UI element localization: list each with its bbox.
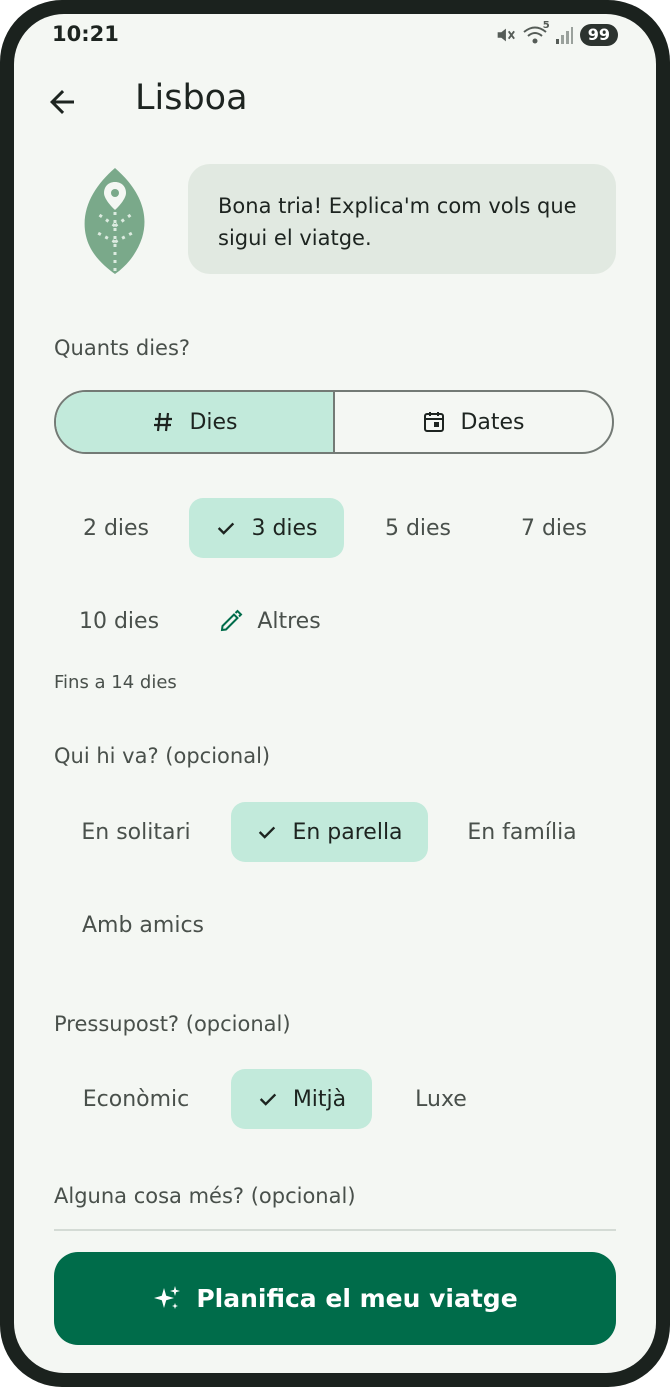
page-title: Lisboa xyxy=(135,78,248,118)
mute-icon xyxy=(497,28,515,42)
days-chip-10[interactable]: 10 dies xyxy=(54,591,184,651)
check-icon xyxy=(259,1093,277,1106)
app-screen: 10:21 5 99 Lisboa Bona tria! Explica'm c… xyxy=(14,14,656,1373)
chip-label: Mitjà xyxy=(292,1086,347,1112)
plan-trip-button[interactable]: Planifica el meu viatge xyxy=(54,1252,616,1345)
calendar-icon xyxy=(424,412,445,432)
days-chip-3[interactable]: 3 dies xyxy=(189,498,344,558)
budget-chip-luxury[interactable]: Luxe xyxy=(386,1069,496,1129)
days-chip-other[interactable]: Altres xyxy=(200,591,340,651)
budget-label: Pressupost? (opcional) xyxy=(54,1012,291,1036)
companions-chip-family[interactable]: En família xyxy=(440,802,604,862)
status-time: 10:21 xyxy=(52,22,119,46)
chip-label: En família xyxy=(467,819,577,845)
chip-label: En solitari xyxy=(81,819,191,845)
extra-label: Alguna cosa més? (opcional) xyxy=(54,1184,356,1208)
plan-trip-label: Planifica el meu viatge xyxy=(196,1284,518,1313)
days-chip-7[interactable]: 7 dies xyxy=(492,498,616,558)
check-icon xyxy=(218,522,235,535)
leaf-pin-logo xyxy=(84,168,145,276)
chip-label: En parella xyxy=(292,819,403,845)
assistant-message-bubble: Bona tria! Explica'm com vols que sigui … xyxy=(188,164,616,274)
device-frame: 10:21 5 99 Lisboa Bona tria! Explica'm c… xyxy=(0,0,670,1387)
duration-mode-toggle: Dies Dates xyxy=(54,390,614,454)
companions-chip-couple[interactable]: En parella xyxy=(231,802,428,862)
chip-label: Altres xyxy=(257,608,321,634)
budget-chip-medium[interactable]: Mitjà xyxy=(231,1069,372,1129)
days-chip-2[interactable]: 2 dies xyxy=(54,498,178,558)
companions-label: Qui hi va? (opcional) xyxy=(54,744,271,768)
mode-dates-button[interactable]: Dates xyxy=(335,392,612,452)
budget-chip-economic[interactable]: Econòmic xyxy=(54,1069,218,1129)
duration-label: Quants dies? xyxy=(54,336,191,360)
chip-label: Luxe xyxy=(415,1086,467,1112)
chip-label: 10 dies xyxy=(78,608,160,634)
chip-label: Econòmic xyxy=(82,1086,190,1112)
chip-label: 7 dies xyxy=(520,515,588,541)
chip-label: 3 dies xyxy=(251,515,318,541)
companions-chip-friends[interactable]: Amb amics xyxy=(54,895,232,955)
sparkle-icon xyxy=(154,1285,181,1309)
battery-badge: 99 xyxy=(579,24,618,46)
days-chip-5[interactable]: 5 dies xyxy=(356,498,480,558)
status-icons: 5 99 xyxy=(494,20,618,46)
back-button[interactable] xyxy=(44,84,80,120)
arrow-back-icon xyxy=(50,90,74,114)
mode-days-label: Dies xyxy=(189,409,238,435)
mode-dates-label: Dates xyxy=(460,409,525,435)
check-icon xyxy=(259,826,276,839)
duration-hint: Fins a 14 dies xyxy=(54,672,177,693)
chip-label: 2 dies xyxy=(82,515,150,541)
chip-label: Amb amics xyxy=(81,912,205,938)
chip-label: 5 dies xyxy=(384,515,452,541)
mode-days-button[interactable]: Dies xyxy=(56,392,333,452)
wifi-badge: 5 xyxy=(542,20,550,31)
hash-icon xyxy=(154,412,173,432)
bottom-divider xyxy=(54,1229,616,1231)
companions-chip-solo[interactable]: En solitari xyxy=(54,802,218,862)
pencil-icon xyxy=(221,609,243,632)
signal-icon xyxy=(555,27,573,44)
wifi-icon: 5 xyxy=(522,20,550,46)
